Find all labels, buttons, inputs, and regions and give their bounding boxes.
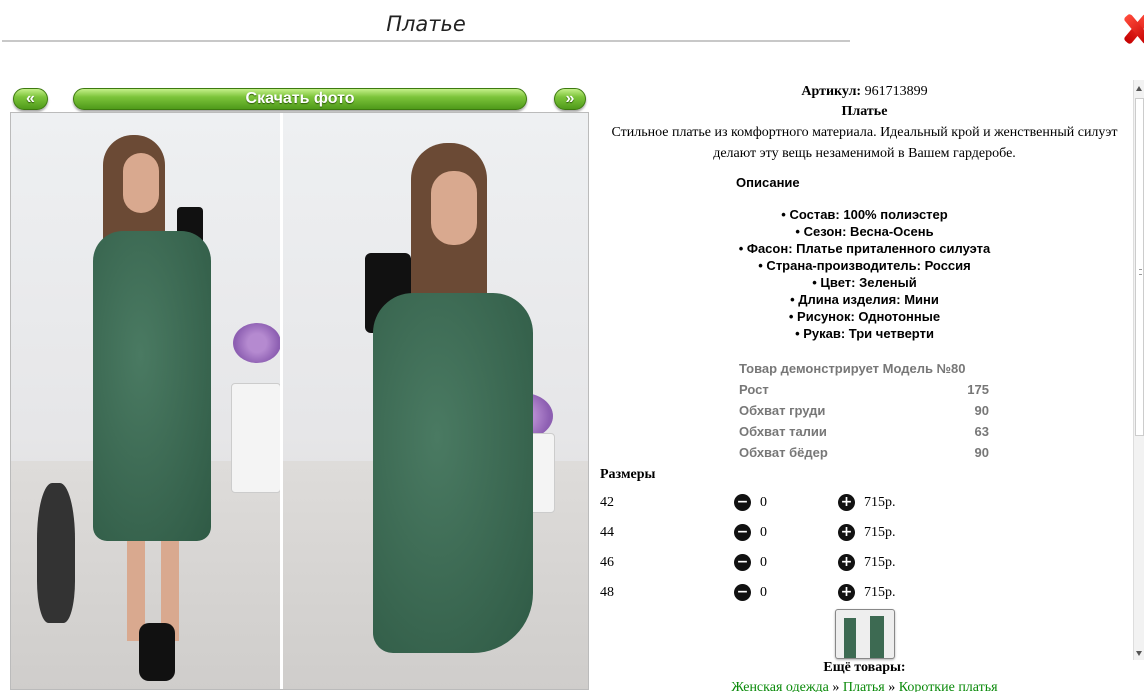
size-price: 715р. bbox=[864, 555, 896, 570]
product-photo[interactable] bbox=[10, 112, 589, 690]
model-row-value: 63 bbox=[974, 424, 989, 439]
model-row: Обхват бёдер 90 bbox=[739, 442, 989, 463]
window-title: Платье bbox=[386, 12, 466, 36]
scroll-up-icon[interactable] bbox=[1136, 86, 1142, 91]
size-price: 715р. bbox=[864, 585, 896, 600]
spec-item: • Состав: 100% полиэстер bbox=[781, 207, 948, 222]
model-row-label: Рост bbox=[739, 382, 769, 397]
spec-item: • Страна-производитель: Россия bbox=[758, 258, 971, 273]
minus-circle-icon[interactable]: − bbox=[734, 494, 751, 511]
breadcrumb-separator: » bbox=[832, 680, 840, 692]
breadcrumb-link[interactable]: Женская одежда bbox=[731, 680, 828, 692]
specs-list: • Состав: 100% полиэстер • Сезон: Весна-… bbox=[598, 206, 1131, 342]
category-breadcrumb: Женская одежда » Платья » Короткие плать… bbox=[598, 680, 1131, 692]
article-value: 961713899 bbox=[864, 84, 928, 99]
plus-circle-icon[interactable]: + bbox=[838, 554, 855, 571]
model-row: Рост 175 bbox=[739, 379, 989, 400]
spec-item: • Сезон: Весна-Осень bbox=[795, 224, 934, 239]
size-price: 715р. bbox=[864, 525, 896, 540]
size-quantity: 0 bbox=[760, 555, 767, 570]
size-row: 42 − 0 + 715р. bbox=[600, 493, 1000, 513]
spec-item: • Рисунок: Однотонные bbox=[788, 309, 941, 324]
next-photo-button[interactable]: » bbox=[554, 88, 586, 110]
size-value: 42 bbox=[600, 495, 614, 510]
photo-right bbox=[283, 113, 588, 689]
sizes-heading: Размеры bbox=[600, 467, 656, 482]
size-quantity: 0 bbox=[760, 585, 767, 600]
breadcrumb-link[interactable]: Короткие платья bbox=[899, 680, 998, 692]
model-row-value: 175 bbox=[967, 382, 989, 397]
size-quantity: 0 bbox=[760, 525, 767, 540]
plus-circle-icon[interactable]: + bbox=[838, 494, 855, 511]
spec-item: • Длина изделия: Мини bbox=[790, 292, 939, 307]
minus-circle-icon[interactable]: − bbox=[734, 524, 751, 541]
model-row-label: Обхват бёдер bbox=[739, 445, 828, 460]
photo-thumbnail[interactable] bbox=[835, 609, 895, 659]
close-x-icon[interactable] bbox=[1126, 12, 1144, 46]
scrollbar[interactable] bbox=[1133, 80, 1144, 660]
more-products-heading: Ещё товары: bbox=[823, 660, 906, 675]
breadcrumb-separator: » bbox=[888, 680, 896, 692]
vase-image bbox=[37, 483, 75, 623]
model-title: Товар демонстрирует Модель №80 bbox=[739, 361, 966, 376]
dress-image bbox=[93, 231, 211, 541]
size-row: 48 − 0 + 715р. bbox=[600, 583, 1000, 603]
article-label: Артикул: bbox=[801, 84, 862, 99]
model-row-label: Обхват талии bbox=[739, 424, 827, 439]
title-bar: Платье bbox=[2, 8, 850, 42]
model-row-value: 90 bbox=[974, 445, 989, 460]
article-line: Артикул: 961713899 bbox=[598, 82, 1131, 102]
flowers-image bbox=[233, 323, 280, 363]
product-name: Платье bbox=[841, 104, 888, 119]
size-row: 46 − 0 + 715р. bbox=[600, 553, 1000, 573]
scrollbar-thumb[interactable] bbox=[1135, 98, 1144, 436]
specs-heading: Описание bbox=[736, 175, 800, 190]
prev-photo-button[interactable]: « bbox=[13, 88, 48, 110]
size-value: 44 bbox=[600, 525, 614, 540]
minus-circle-icon[interactable]: − bbox=[734, 554, 751, 571]
plus-circle-icon[interactable]: + bbox=[838, 524, 855, 541]
size-quantity: 0 bbox=[760, 495, 767, 510]
minus-circle-icon[interactable]: − bbox=[734, 584, 751, 601]
plus-circle-icon[interactable]: + bbox=[838, 584, 855, 601]
model-row: Обхват груди 90 bbox=[739, 400, 989, 421]
model-row: Обхват талии 63 bbox=[739, 421, 989, 442]
scroll-down-icon[interactable] bbox=[1136, 651, 1142, 656]
model-row-label: Обхват груди bbox=[739, 403, 826, 418]
size-row: 44 − 0 + 715р. bbox=[600, 523, 1000, 543]
size-value: 48 bbox=[600, 585, 614, 600]
photo-left bbox=[11, 113, 280, 689]
download-photo-button[interactable]: Скачать фото bbox=[73, 88, 527, 110]
dress-image bbox=[373, 293, 533, 653]
size-value: 46 bbox=[600, 555, 614, 570]
model-row-value: 90 bbox=[974, 403, 989, 418]
product-description: Стильное платье из комфортного материала… bbox=[611, 125, 1118, 161]
spec-item: • Цвет: Зеленый bbox=[812, 275, 917, 290]
model-table: Товар демонстрирует Модель №80 Рост 175 … bbox=[739, 358, 989, 463]
spec-item: • Фасон: Платье приталенного силуэта bbox=[738, 241, 991, 256]
spec-item: • Рукав: Три четверти bbox=[795, 326, 934, 341]
size-price: 715р. bbox=[864, 495, 896, 510]
breadcrumb-link[interactable]: Платья bbox=[843, 680, 885, 692]
